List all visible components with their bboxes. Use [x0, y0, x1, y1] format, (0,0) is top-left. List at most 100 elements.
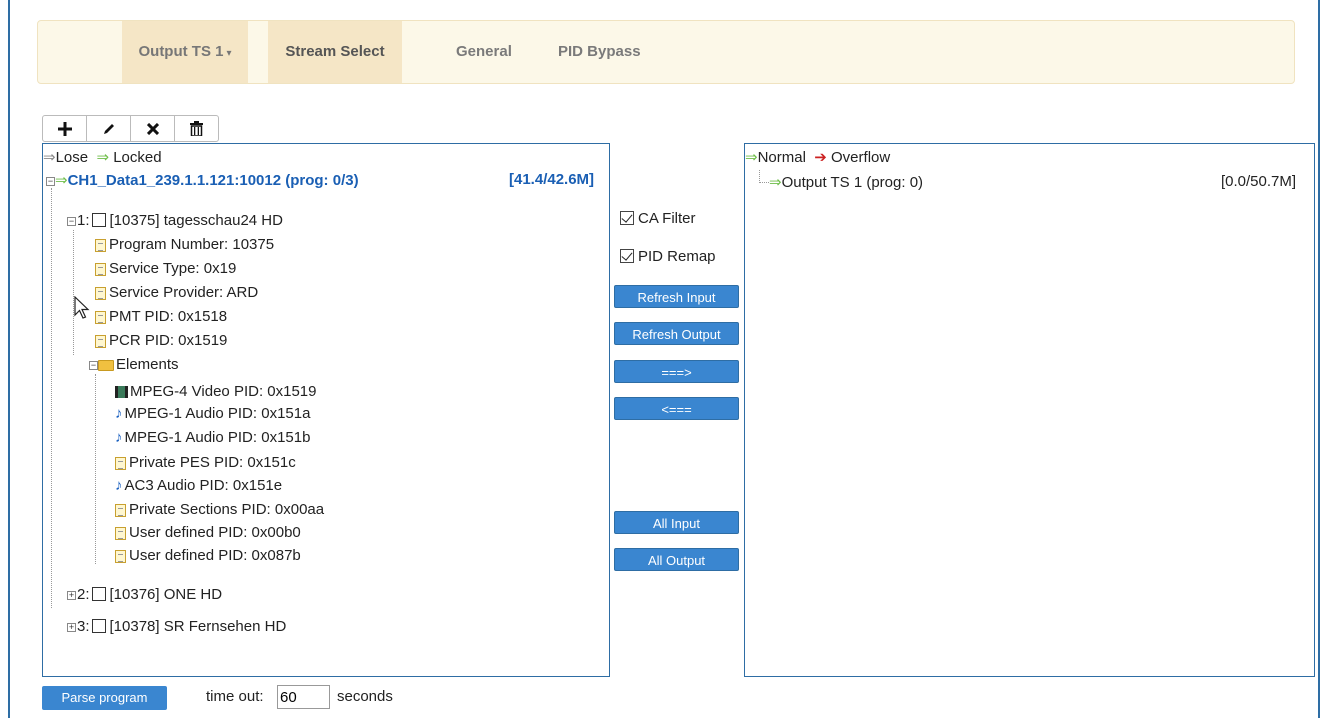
program-3-number: 3:: [77, 618, 90, 635]
detail-label: PMT PID: 0x1518: [109, 308, 228, 325]
timeout-label: time out:: [206, 688, 264, 705]
detail-label: Service Type: 0x19: [109, 260, 237, 277]
normal-arrow-icon: ⇒: [745, 149, 758, 166]
detail-item[interactable]: Service Provider: ARD: [95, 282, 258, 303]
locked-arrow-icon: ⇒: [96, 149, 110, 166]
input-legend: ⇒Lose ⇒ Locked: [43, 148, 162, 166]
top-nav: Output TS 1 ▾ Stream Select General PID B…: [37, 20, 1295, 84]
move-left-button[interactable]: <===: [614, 397, 739, 420]
element-item[interactable]: Private Sections PID: 0x00aa: [115, 499, 324, 520]
tab-general[interactable]: General: [456, 21, 512, 83]
parse-program-button[interactable]: Parse program: [42, 686, 167, 710]
element-item[interactable]: MPEG-4 Video PID: 0x1519: [115, 381, 317, 402]
detail-item[interactable]: Program Number: 10375: [95, 234, 274, 255]
elements-node[interactable]: − Elements: [89, 354, 179, 375]
program-2-label: [10376] ONE HD: [109, 586, 223, 603]
element-item[interactable]: ♪ AC3 Audio PID: 0x151e: [115, 475, 282, 496]
audio-note-icon: ♪: [115, 405, 123, 422]
remove-button[interactable]: [131, 116, 175, 141]
seconds-label: seconds: [337, 688, 393, 705]
program-1-number: 1:: [77, 212, 90, 229]
refresh-input-button[interactable]: Refresh Input: [614, 285, 739, 308]
program-2-number: 2:: [77, 586, 90, 603]
program-3-label: [10378] SR Fernsehen HD: [109, 618, 287, 635]
program-1-checkbox[interactable]: [91, 213, 106, 228]
collapse-icon[interactable]: −: [67, 216, 76, 226]
caret-down-icon: ▾: [226, 48, 232, 59]
input-tree-panel: ⇒ Lose ⇒ Locked − ⇒CH1_Data1_239.1.1.121:1…: [42, 143, 610, 677]
document-icon: [115, 456, 126, 470]
document-icon: [115, 503, 126, 517]
program-2-checkbox[interactable]: [91, 587, 106, 602]
source-rate: [41.4/42.6M]: [509, 171, 595, 188]
output-ts-dropdown[interactable]: Output TS 1 ▾: [122, 21, 248, 83]
detail-item[interactable]: Service Type: 0x19: [95, 258, 236, 279]
pid-remap-label: PID Remap: [638, 248, 716, 265]
output-tree-panel: ⇒Normal ➔ Overflow ⇒Output TS 1 (prog: 0…: [744, 143, 1315, 677]
ca-filter-option[interactable]: CA Filter: [620, 210, 696, 227]
tab-pid-bypass[interactable]: PID Bypass: [558, 21, 641, 83]
move-right-button[interactable]: ===>: [614, 360, 739, 383]
tree-connector: [73, 230, 74, 355]
video-icon: [115, 386, 128, 399]
element-label: Private PES PID: 0x151c: [129, 454, 296, 471]
pid-remap-checkbox[interactable]: [620, 249, 634, 264]
source-label: CH1_Data1_239.1.1.121:10012 (prog: 0/3): [67, 172, 359, 189]
output-label: Output TS 1 (prog: 0): [781, 174, 924, 191]
tree-connector: [95, 374, 96, 564]
pid-remap-option[interactable]: PID Remap: [620, 248, 716, 265]
source-node[interactable]: − ⇒CH1_Data1_239.1.1.121:10012 (prog: 0/3…: [46, 170, 359, 191]
detail-label: PCR PID: 0x1519: [109, 332, 228, 349]
timeout-input[interactable]: [277, 685, 330, 709]
output-node[interactable]: ⇒Output TS 1 (prog: 0): [769, 172, 923, 193]
element-item[interactable]: User defined PID: 0x087b: [115, 545, 301, 566]
element-item[interactable]: User defined PID: 0x00b0: [115, 522, 301, 543]
element-label: MPEG-1 Audio PID: 0x151a: [124, 405, 311, 422]
document-icon: [95, 238, 106, 252]
output-ts-label: Output TS 1: [138, 43, 224, 60]
audio-note-icon: ♪: [115, 429, 123, 446]
legend-overflow: Overflow: [831, 149, 891, 166]
program-2-node[interactable]: +2: [10376] ONE HD: [67, 584, 222, 605]
tree-toolbar: [42, 115, 219, 142]
element-item[interactable]: ♪ MPEG-1 Audio PID: 0x151b: [115, 427, 310, 448]
delete-button[interactable]: [175, 116, 218, 141]
ca-filter-checkbox[interactable]: [620, 211, 634, 226]
locked-arrow-icon: ⇒: [55, 172, 68, 189]
element-label: Private Sections PID: 0x00aa: [129, 501, 325, 518]
normal-arrow-icon: ⇒: [769, 174, 782, 191]
refresh-output-button[interactable]: Refresh Output: [614, 322, 739, 345]
element-label: User defined PID: 0x087b: [129, 547, 301, 564]
legend-normal: Normal: [757, 149, 806, 166]
trash-icon: [190, 121, 203, 136]
collapse-icon[interactable]: −: [46, 176, 55, 186]
collapse-icon[interactable]: −: [89, 360, 98, 370]
output-rate: [0.0/50.7M]: [1221, 173, 1297, 190]
legend-lose: Lose: [55, 149, 89, 166]
all-output-button[interactable]: All Output: [614, 548, 739, 571]
detail-item[interactable]: PMT PID: 0x1518: [95, 306, 227, 327]
tab-stream-select[interactable]: Stream Select: [268, 21, 402, 83]
program-3-checkbox[interactable]: [91, 619, 106, 634]
element-item[interactable]: Private PES PID: 0x151c: [115, 452, 296, 473]
expand-icon[interactable]: +: [67, 622, 76, 632]
element-item[interactable]: ♪ MPEG-1 Audio PID: 0x151a: [115, 403, 310, 424]
program-3-node[interactable]: +3: [10378] SR Fernsehen HD: [67, 616, 286, 637]
program-1-node[interactable]: −1: [10375] tagesschau24 HD: [67, 210, 283, 231]
document-icon: [115, 549, 126, 563]
legend-locked: Locked: [113, 149, 162, 166]
detail-label: Service Provider: ARD: [109, 284, 259, 301]
document-icon: [95, 334, 106, 348]
all-input-button[interactable]: All Input: [614, 511, 739, 534]
document-icon: [95, 310, 106, 324]
document-icon: [115, 526, 126, 540]
detail-item[interactable]: PCR PID: 0x1519: [95, 330, 227, 351]
x-icon: [146, 122, 159, 135]
pencil-icon: [103, 123, 114, 134]
expand-icon[interactable]: +: [67, 590, 76, 600]
element-label: MPEG-1 Audio PID: 0x151b: [124, 429, 311, 446]
add-button[interactable]: [43, 116, 87, 141]
mouse-pointer-icon: [74, 296, 90, 319]
edit-button[interactable]: [87, 116, 131, 141]
element-label: User defined PID: 0x00b0: [129, 524, 301, 541]
